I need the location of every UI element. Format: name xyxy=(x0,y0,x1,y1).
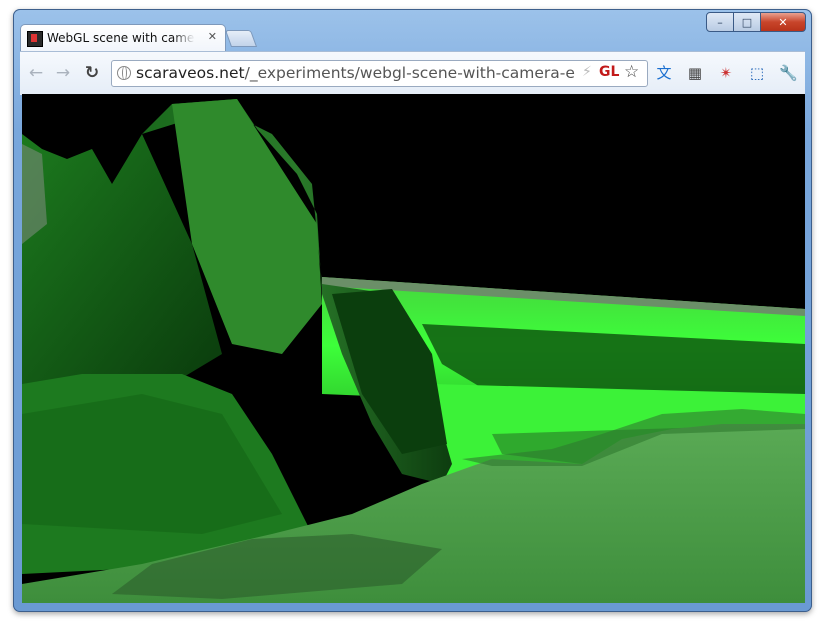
wrench-icon[interactable]: 🔧 xyxy=(779,64,798,82)
forward-button[interactable]: → xyxy=(53,63,73,83)
fullscreen-icon[interactable]: ⬚ xyxy=(748,64,766,82)
window-controls: – □ ✕ xyxy=(706,12,806,32)
qr-code-icon[interactable]: ▦ xyxy=(686,64,704,82)
url-path: /_experiments/webgl-scene-with-camera-el… xyxy=(244,64,576,82)
close-window-button[interactable]: ✕ xyxy=(760,12,806,32)
address-bar[interactable]: scaraveos.net/_experiments/webgl-scene-w… xyxy=(111,60,648,87)
globe-icon xyxy=(117,66,131,80)
tab-title: WebGL scene with camera elevation adjust… xyxy=(47,31,195,45)
translate-icon[interactable]: 文 xyxy=(655,64,673,82)
favicon-icon xyxy=(27,31,43,47)
back-button[interactable]: ← xyxy=(26,63,46,83)
tab-webgl-scene[interactable]: WebGL scene with camera elevation adjust… xyxy=(20,24,226,52)
terrain-scene xyxy=(22,99,805,603)
reload-button[interactable]: ↻ xyxy=(82,63,102,83)
maximize-button[interactable]: □ xyxy=(733,12,761,32)
minimize-button[interactable]: – xyxy=(706,12,734,32)
bookmark-star-icon[interactable]: ☆ xyxy=(624,62,639,82)
url-host: scaraveos.net xyxy=(136,64,245,82)
webgl-badge-icon[interactable]: GL xyxy=(599,64,619,80)
tab-close-icon[interactable]: ✕ xyxy=(208,30,217,43)
webgl-canvas[interactable] xyxy=(22,94,805,603)
browser-toolbar: ← → ↻ scaraveos.net/_experiments/webgl-s… xyxy=(20,51,805,95)
url-text[interactable]: scaraveos.net/_experiments/webgl-scene-w… xyxy=(136,64,576,82)
bolt-icon[interactable]: ⚡ xyxy=(582,64,592,80)
share-icon[interactable]: ✴ xyxy=(717,64,735,82)
